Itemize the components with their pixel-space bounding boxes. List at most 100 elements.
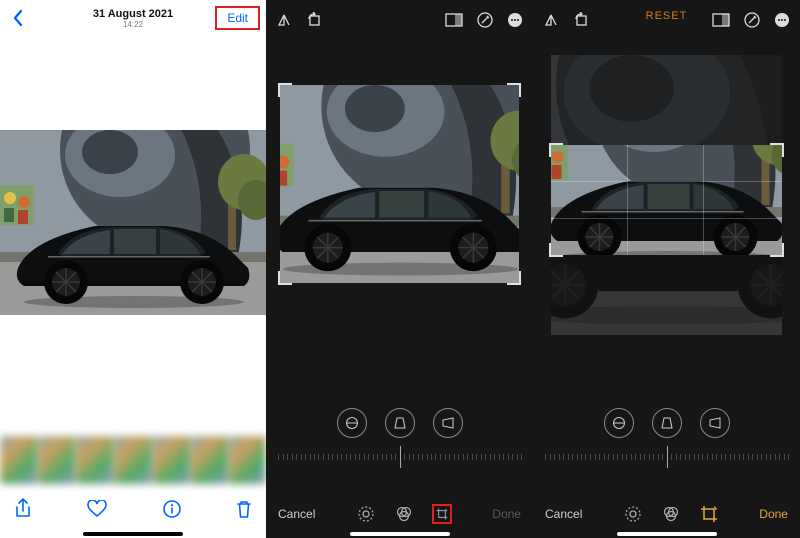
ruler-tick xyxy=(671,454,672,460)
ruler-tick xyxy=(454,454,455,460)
aspect-ratio-icon xyxy=(445,13,463,27)
photo-display[interactable] xyxy=(0,130,266,315)
ruler-tick xyxy=(757,454,758,460)
favorite-button[interactable] xyxy=(87,500,107,523)
horizontal-perspective-button[interactable] xyxy=(433,408,463,438)
thumbnail[interactable] xyxy=(38,436,75,484)
horizontal-perspective-icon xyxy=(708,416,722,430)
adjust-icon xyxy=(624,505,642,523)
more-button[interactable] xyxy=(507,12,523,33)
ruler-tick xyxy=(490,454,491,460)
aspect-ratio-button[interactable] xyxy=(712,13,730,32)
edit-mode-tabs xyxy=(623,504,719,524)
thumbnail[interactable] xyxy=(191,436,228,484)
thumbnail[interactable] xyxy=(0,436,37,484)
ruler-tick xyxy=(301,454,302,460)
flip-vertical-button[interactable] xyxy=(276,12,292,33)
straighten-button[interactable] xyxy=(337,408,367,438)
markup-button[interactable] xyxy=(744,12,760,33)
adjust-tab[interactable] xyxy=(356,504,376,524)
back-button[interactable] xyxy=(6,6,30,30)
editor-top-icons: RESET xyxy=(533,8,800,36)
home-indicator[interactable] xyxy=(83,532,183,536)
crop-icon xyxy=(700,505,718,523)
thumbnail-strip[interactable] xyxy=(0,436,266,484)
crop-handle-tl[interactable] xyxy=(549,143,563,157)
crop-handle-tr[interactable] xyxy=(507,83,521,97)
filters-tab[interactable] xyxy=(661,504,681,524)
share-button[interactable] xyxy=(14,498,32,525)
ruler-tick xyxy=(590,454,591,460)
rotate-button[interactable] xyxy=(573,12,589,33)
flip-vertical-button[interactable] xyxy=(543,12,559,33)
cancel-button[interactable]: Cancel xyxy=(278,507,315,521)
ruler-tick xyxy=(305,454,306,460)
rotation-ruler[interactable] xyxy=(278,446,521,468)
thumbnail[interactable] xyxy=(114,436,151,484)
ruler-tick xyxy=(494,454,495,460)
ruler-tick xyxy=(377,454,378,460)
straighten-button[interactable] xyxy=(604,408,634,438)
rotate-icon xyxy=(573,12,589,28)
thumbnail[interactable] xyxy=(229,436,266,484)
vertical-perspective-button[interactable] xyxy=(652,408,682,438)
crop-canvas[interactable] xyxy=(280,85,519,283)
cancel-button[interactable]: Cancel xyxy=(545,507,582,521)
markup-icon xyxy=(744,12,760,28)
ruler-tick xyxy=(323,454,324,460)
grid-line xyxy=(703,145,704,255)
ruler-tick xyxy=(626,454,627,460)
ruler-tick xyxy=(481,454,482,460)
adjust-tab[interactable] xyxy=(623,504,643,524)
ruler-tick xyxy=(422,454,423,460)
rotate-button[interactable] xyxy=(306,12,322,33)
crop-handle-tr[interactable] xyxy=(770,143,784,157)
crop-handle-br[interactable] xyxy=(770,243,784,257)
home-indicator[interactable] xyxy=(350,532,450,536)
crop-canvas[interactable] xyxy=(551,145,782,255)
home-indicator[interactable] xyxy=(617,532,717,536)
crop-handle-bl[interactable] xyxy=(278,271,292,285)
edit-button[interactable]: Edit xyxy=(215,6,260,30)
rotation-ruler[interactable] xyxy=(545,446,788,468)
ruler-tick xyxy=(485,454,486,460)
more-button[interactable] xyxy=(774,12,790,33)
crop-handle-tl[interactable] xyxy=(278,83,292,97)
info-button[interactable] xyxy=(163,500,181,523)
done-button[interactable]: Done xyxy=(759,507,788,521)
ruler-tick xyxy=(604,454,605,460)
vertical-perspective-button[interactable] xyxy=(385,408,415,438)
vertical-perspective-icon xyxy=(660,416,674,430)
ruler-tick xyxy=(292,454,293,460)
ruler-tick xyxy=(521,454,522,460)
ruler-tick xyxy=(476,454,477,460)
reset-button[interactable]: RESET xyxy=(646,10,688,22)
ruler-tick xyxy=(517,454,518,460)
ruler-tick xyxy=(332,454,333,460)
crop-tab[interactable] xyxy=(432,504,452,524)
straighten-icon xyxy=(345,416,359,430)
thumbnail[interactable] xyxy=(76,436,113,484)
ruler-tick xyxy=(577,454,578,460)
delete-button[interactable] xyxy=(236,499,252,524)
done-button[interactable]: Done xyxy=(492,507,521,521)
crop-handle-br[interactable] xyxy=(507,271,521,285)
flip-vertical-icon xyxy=(276,12,292,28)
ruler-tick xyxy=(653,454,654,460)
markup-button[interactable] xyxy=(477,12,493,33)
ruler-tick xyxy=(445,454,446,460)
ruler-tick xyxy=(472,454,473,460)
ruler-tick xyxy=(716,454,717,460)
crop-tab[interactable] xyxy=(699,504,719,524)
filters-tab[interactable] xyxy=(394,504,414,524)
ruler-tick xyxy=(508,454,509,460)
ruler-tick xyxy=(341,454,342,460)
aspect-ratio-button[interactable] xyxy=(445,13,463,32)
crop-handle-bl[interactable] xyxy=(549,243,563,257)
horizontal-perspective-button[interactable] xyxy=(700,408,730,438)
editor-bottom-bar: Cancel Done xyxy=(266,504,533,524)
ruler-tick xyxy=(418,454,419,460)
heart-icon xyxy=(87,500,107,518)
thumbnail[interactable] xyxy=(153,436,190,484)
ruler-tick xyxy=(458,454,459,460)
